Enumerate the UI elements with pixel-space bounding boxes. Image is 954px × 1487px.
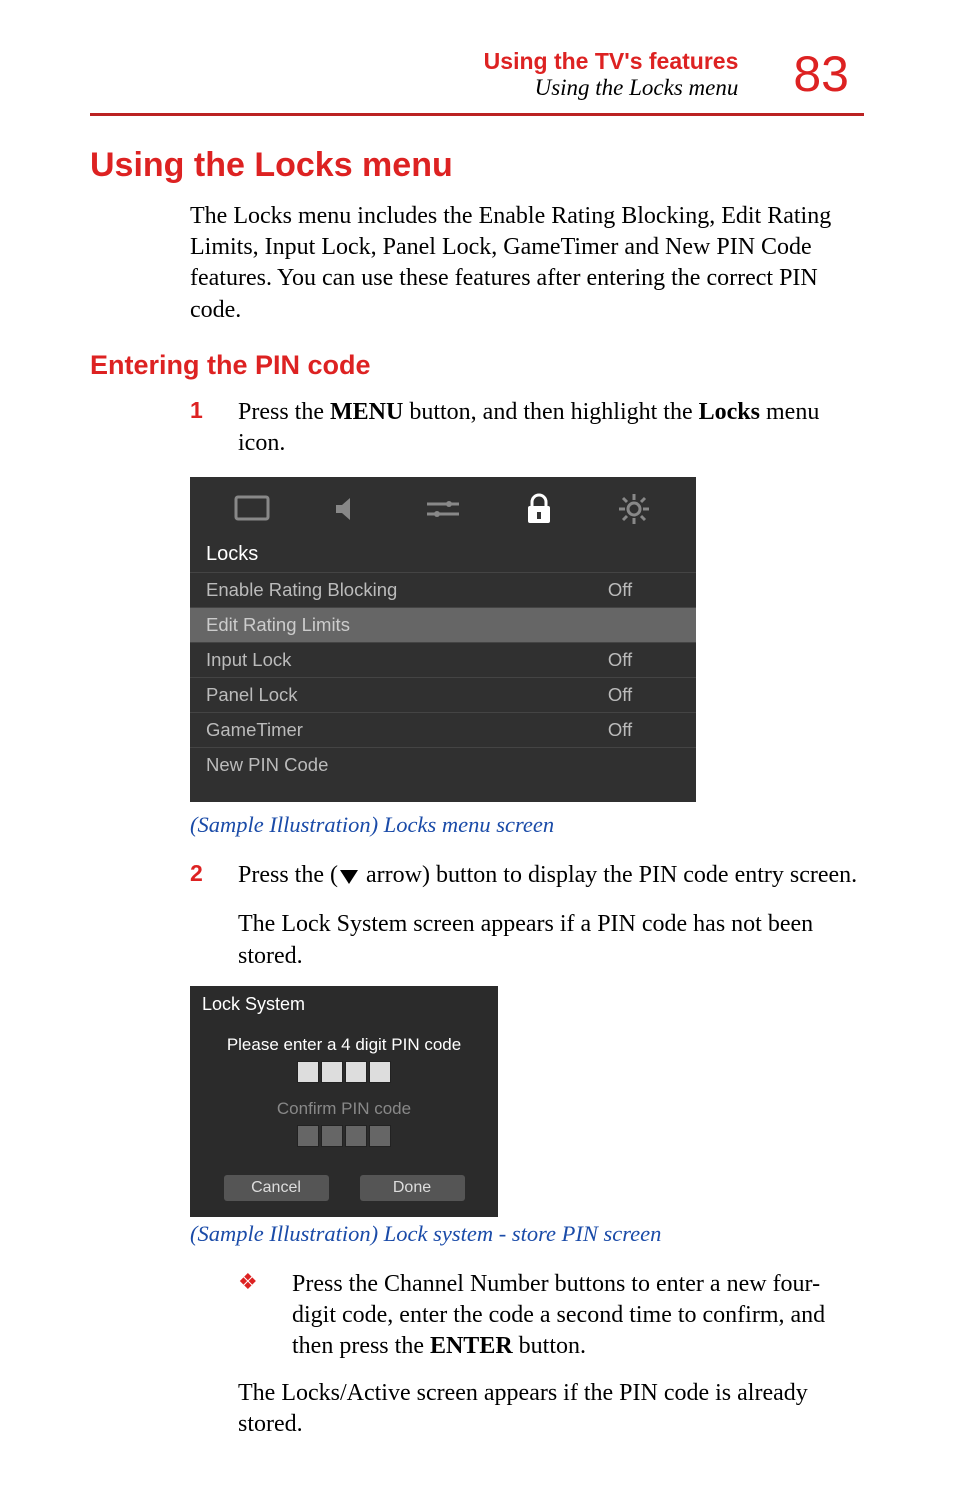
caption-lock-system: (Sample Illustration) Lock system - stor… xyxy=(190,1221,864,1247)
menu-value: Off xyxy=(560,684,680,706)
enter-keyword: ENTER xyxy=(430,1333,513,1359)
diamond-bullet-icon: ❖ xyxy=(238,1269,292,1363)
enter-pin-label: Please enter a 4 digit PIN code xyxy=(190,1031,498,1061)
lock-system-screenshot: Lock System Please enter a 4 digit PIN c… xyxy=(190,986,498,1217)
step-2: 2 Press the ( arrow) button to display t… xyxy=(190,860,864,891)
bullet-item: ❖ Press the Channel Number buttons to en… xyxy=(238,1269,864,1363)
step-number: 1 xyxy=(190,397,238,459)
step-2-continuation: The Lock System screen appears if a PIN … xyxy=(238,909,864,971)
pin-digit-box xyxy=(369,1061,391,1083)
step-1: 1 Press the MENU button, and then highli… xyxy=(190,397,864,459)
down-arrow-icon xyxy=(340,870,358,884)
page-number: 83 xyxy=(793,45,849,103)
done-button: Done xyxy=(360,1175,465,1201)
pin-confirm-boxes xyxy=(190,1125,498,1147)
header-title: Using the TV's features xyxy=(484,48,739,75)
header-subtitle: Using the Locks menu xyxy=(484,75,739,101)
menu-row-input-lock: Input Lock Off xyxy=(190,642,696,677)
menu-value xyxy=(560,614,680,636)
menu-footer-spacer xyxy=(190,782,696,802)
menu-row-panel-lock: Panel Lock Off xyxy=(190,677,696,712)
header-rule xyxy=(90,113,864,116)
menu-row-gametimer: GameTimer Off xyxy=(190,712,696,747)
pin-digit-box xyxy=(297,1125,319,1147)
menu-title: Locks xyxy=(190,539,696,572)
speaker-icon xyxy=(323,491,371,527)
menu-value: Off xyxy=(560,579,680,601)
caption-locks-menu: (Sample Illustration) Locks menu screen xyxy=(190,812,864,838)
menu-label: Input Lock xyxy=(206,649,560,671)
pin-entry-boxes xyxy=(190,1061,498,1083)
cancel-button: Cancel xyxy=(224,1175,329,1201)
text-segment: button. xyxy=(513,1333,586,1359)
pin-digit-box xyxy=(321,1125,343,1147)
final-paragraph: The Locks/Active screen appears if the P… xyxy=(238,1378,864,1440)
tv-icon xyxy=(228,491,276,527)
lock-system-buttons: Cancel Done xyxy=(190,1159,498,1217)
header-text-block: Using the TV's features Using the Locks … xyxy=(484,48,739,101)
menu-label: Edit Rating Limits xyxy=(206,614,560,636)
menu-keyword: MENU xyxy=(330,399,403,425)
pin-digit-box xyxy=(321,1061,343,1083)
menu-value xyxy=(560,754,680,776)
step-number: 2 xyxy=(190,860,238,891)
page-header: Using the TV's features Using the Locks … xyxy=(0,0,954,113)
menu-label: Enable Rating Blocking xyxy=(206,579,560,601)
tab-bar xyxy=(190,477,696,539)
pin-digit-box xyxy=(297,1061,319,1083)
menu-value: Off xyxy=(560,649,680,671)
menu-row-new-pin: New PIN Code xyxy=(190,747,696,782)
sliders-icon xyxy=(419,491,467,527)
text-segment: Press the ( xyxy=(238,862,338,888)
menu-row-enable-rating: Enable Rating Blocking Off xyxy=(190,572,696,607)
step-1-text: Press the MENU button, and then highligh… xyxy=(238,397,864,459)
text-segment: button, and then highlight the xyxy=(403,399,698,425)
subsection-heading: Entering the PIN code xyxy=(90,350,864,381)
content-area: Using the Locks menu The Locks menu incl… xyxy=(0,146,954,1441)
menu-value: Off xyxy=(560,719,680,741)
lock-icon xyxy=(515,491,563,527)
menu-label: New PIN Code xyxy=(206,754,560,776)
bullet-text: Press the Channel Number buttons to ente… xyxy=(292,1269,864,1363)
section-heading: Using the Locks menu xyxy=(90,146,864,185)
menu-label: GameTimer xyxy=(206,719,560,741)
gear-icon xyxy=(610,491,658,527)
lock-system-title: Lock System xyxy=(190,986,498,1031)
confirm-pin-label: Confirm PIN code xyxy=(190,1095,498,1125)
pin-digit-box xyxy=(369,1125,391,1147)
pin-digit-box xyxy=(345,1061,367,1083)
locks-menu-screenshot: Locks Enable Rating Blocking Off Edit Ra… xyxy=(190,477,696,802)
text-segment: arrow) button to display the PIN code en… xyxy=(360,862,857,888)
menu-label: Panel Lock xyxy=(206,684,560,706)
locks-keyword: Locks xyxy=(699,399,760,425)
text-segment: Press the xyxy=(238,399,330,425)
menu-row-edit-rating: Edit Rating Limits xyxy=(190,607,696,642)
intro-paragraph: The Locks menu includes the Enable Ratin… xyxy=(190,201,864,326)
pin-digit-box xyxy=(345,1125,367,1147)
step-2-text: Press the ( arrow) button to display the… xyxy=(238,860,857,891)
